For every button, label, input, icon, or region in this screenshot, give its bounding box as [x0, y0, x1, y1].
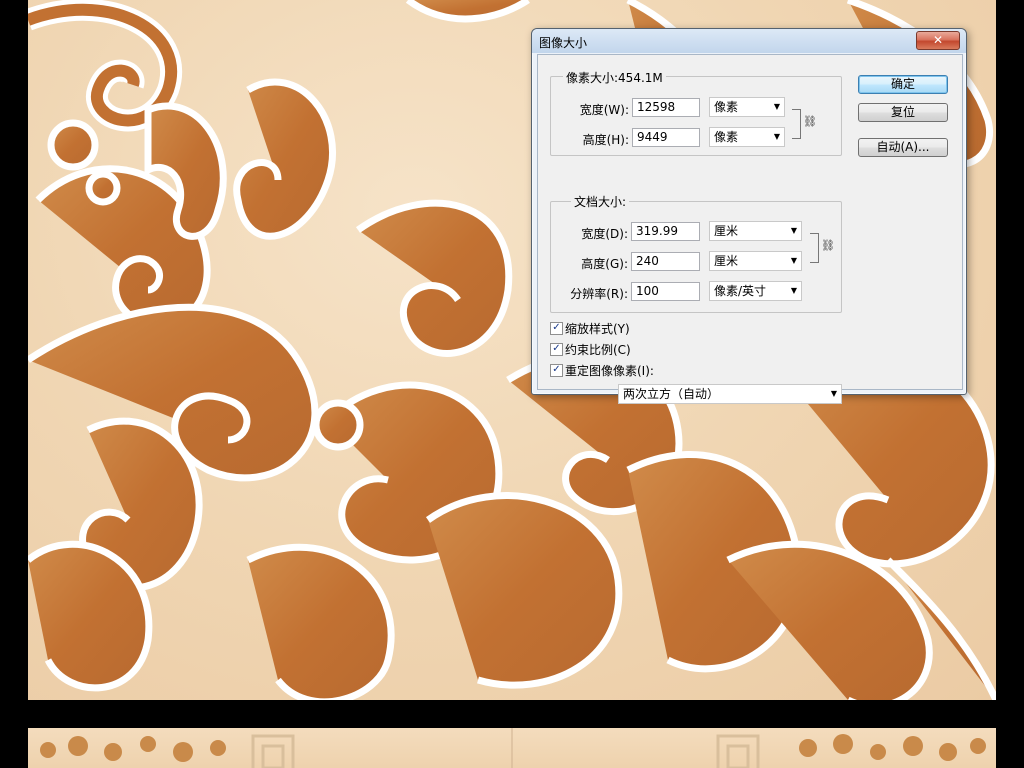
- chevron-down-icon: ▼: [790, 256, 797, 265]
- doc-height-unit-value: 厘米: [714, 254, 739, 268]
- pixel-width-unit-select[interactable]: 像素 ▼: [709, 97, 785, 117]
- pixel-dimensions-legend: 像素大小:454.1M: [563, 69, 666, 86]
- chevron-down-icon: ▼: [773, 102, 780, 111]
- constrain-proportions-label[interactable]: 约束比例(C): [565, 341, 631, 358]
- resample-method-value: 两次立方（自动）: [623, 387, 720, 401]
- doc-width-unit-value: 厘米: [714, 224, 739, 238]
- doc-width-label: 宽度(D):: [581, 227, 628, 241]
- pixel-height-input[interactable]: 9449: [632, 128, 700, 147]
- resample-method-select[interactable]: 两次立方（自动） ▼: [618, 384, 842, 404]
- auto-button[interactable]: 自动(A)...: [858, 138, 948, 157]
- image-size-dialog: 图像大小 ✕ 像素大小:454.1M 宽度(W): 12598 像素 ▼ 高度(…: [531, 28, 967, 404]
- dialog-body: 像素大小:454.1M 宽度(W): 12598 像素 ▼ 高度(H): 944…: [537, 54, 963, 404]
- doc-width-input[interactable]: 319.99: [631, 222, 700, 241]
- pixel-width-label: 宽度(W):: [579, 103, 629, 117]
- border-ornament: [40, 728, 986, 768]
- doc-height-unit-select[interactable]: 厘米 ▼: [709, 251, 802, 271]
- dialog-title: 图像大小: [539, 36, 588, 50]
- ok-button[interactable]: 确定: [858, 75, 948, 94]
- link-bracket: [792, 109, 801, 139]
- chevron-down-icon: ▼: [830, 389, 837, 398]
- scale-styles-label[interactable]: 缩放样式(Y): [565, 320, 630, 337]
- pixel-height-unit-value: 像素: [714, 130, 739, 144]
- close-button[interactable]: ✕: [916, 31, 960, 50]
- chain-link-icon: ⛓: [821, 239, 835, 252]
- document-constrain-link: ⛓: [810, 233, 840, 263]
- scale-styles-checkbox[interactable]: ✓: [550, 322, 563, 335]
- chevron-down-icon: ▼: [773, 132, 780, 141]
- bottom-artwork-strip: [28, 728, 996, 768]
- doc-width-unit-select[interactable]: 厘米 ▼: [709, 221, 802, 241]
- resample-image-label[interactable]: 重定图像像素(I):: [565, 362, 654, 379]
- chevron-down-icon: ▼: [790, 286, 797, 295]
- resample-image-checkbox[interactable]: ✓: [550, 364, 563, 377]
- chevron-down-icon: ▼: [790, 226, 797, 235]
- pixel-width-unit-value: 像素: [714, 100, 739, 114]
- resolution-unit-value: 像素/英寸: [714, 284, 767, 298]
- dialog-titlebar[interactable]: 图像大小 ✕: [532, 29, 966, 53]
- reset-button[interactable]: 复位: [858, 103, 948, 122]
- document-size-legend: 文档大小:: [571, 193, 630, 210]
- pixel-constrain-link: ⛓: [792, 109, 822, 139]
- resolution-input[interactable]: 100: [631, 282, 700, 301]
- pixel-height-unit-select[interactable]: 像素 ▼: [709, 127, 785, 147]
- chain-link-icon: ⛓: [803, 115, 817, 128]
- doc-height-input[interactable]: 240: [631, 252, 700, 271]
- pixel-width-input[interactable]: 12598: [632, 98, 700, 117]
- constrain-proportions-checkbox[interactable]: ✓: [550, 343, 563, 356]
- doc-height-label: 高度(G):: [581, 257, 628, 271]
- link-bracket: [810, 233, 819, 263]
- pixel-height-label: 高度(H):: [582, 133, 629, 147]
- resolution-label: 分辨率(R):: [570, 287, 628, 301]
- resolution-unit-select[interactable]: 像素/英寸 ▼: [709, 281, 802, 301]
